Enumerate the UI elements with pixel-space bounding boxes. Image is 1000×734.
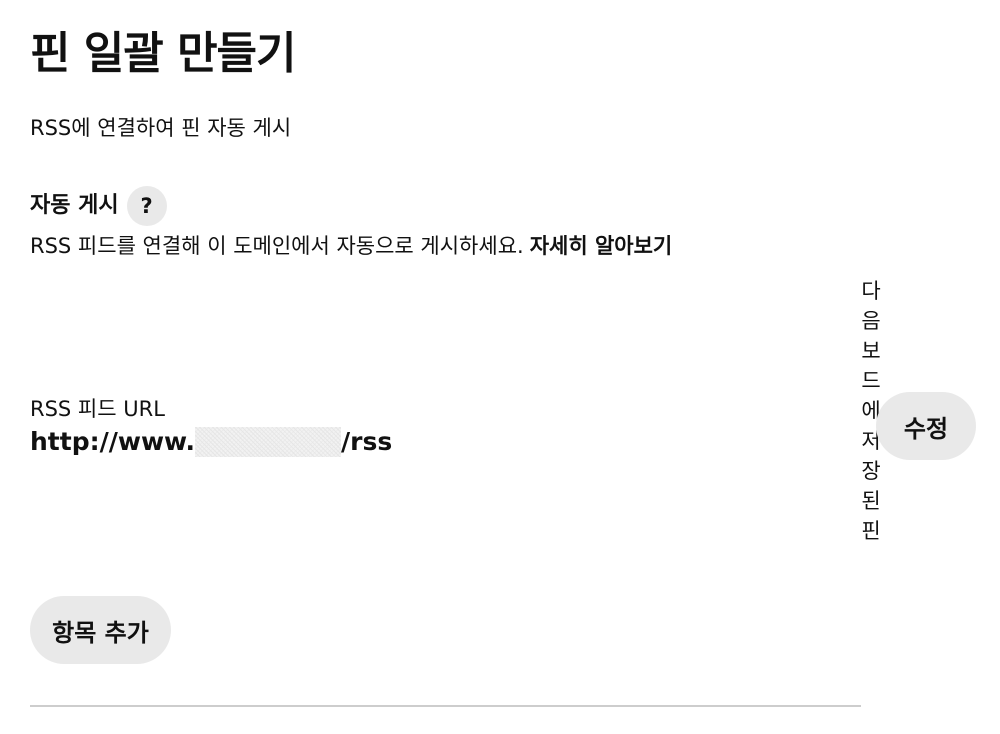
page-title: 핀 일괄 만들기 — [30, 28, 297, 79]
learn-more-link[interactable]: 자세히 알아보기 — [530, 234, 673, 258]
rss-feed-url-prefix: http://www. — [30, 427, 196, 456]
add-item-button[interactable]: 항목 추가 — [30, 596, 171, 664]
auto-publish-heading: 자동 게시 ? — [30, 186, 167, 226]
redacted-domain — [195, 427, 342, 457]
help-button[interactable]: ? — [126, 186, 167, 226]
auto-publish-description-text: RSS 피드를 연결해 이 도메인에서 자동으로 게시하세요. — [30, 234, 524, 258]
page-subtitle: RSS에 연결하여 핀 자동 게시 — [30, 116, 292, 140]
rss-feed-url-label: RSS 피드 URL — [30, 397, 165, 421]
auto-publish-description: RSS 피드를 연결해 이 도메인에서 자동으로 게시하세요. 자세히 알아보기 — [30, 232, 672, 260]
question-mark-icon: ? — [140, 194, 153, 218]
divider — [30, 705, 861, 707]
rss-feed-url-suffix: /rss — [341, 427, 393, 456]
edit-button[interactable]: 수정 — [876, 392, 976, 460]
rss-feed-url-value: http://www. /rss — [30, 426, 392, 458]
auto-publish-title: 자동 게시 — [30, 193, 119, 218]
bulk-create-pins-page: 핀 일괄 만들기 RSS에 연결하여 핀 자동 게시 자동 게시 ? RSS 피… — [0, 0, 1000, 734]
